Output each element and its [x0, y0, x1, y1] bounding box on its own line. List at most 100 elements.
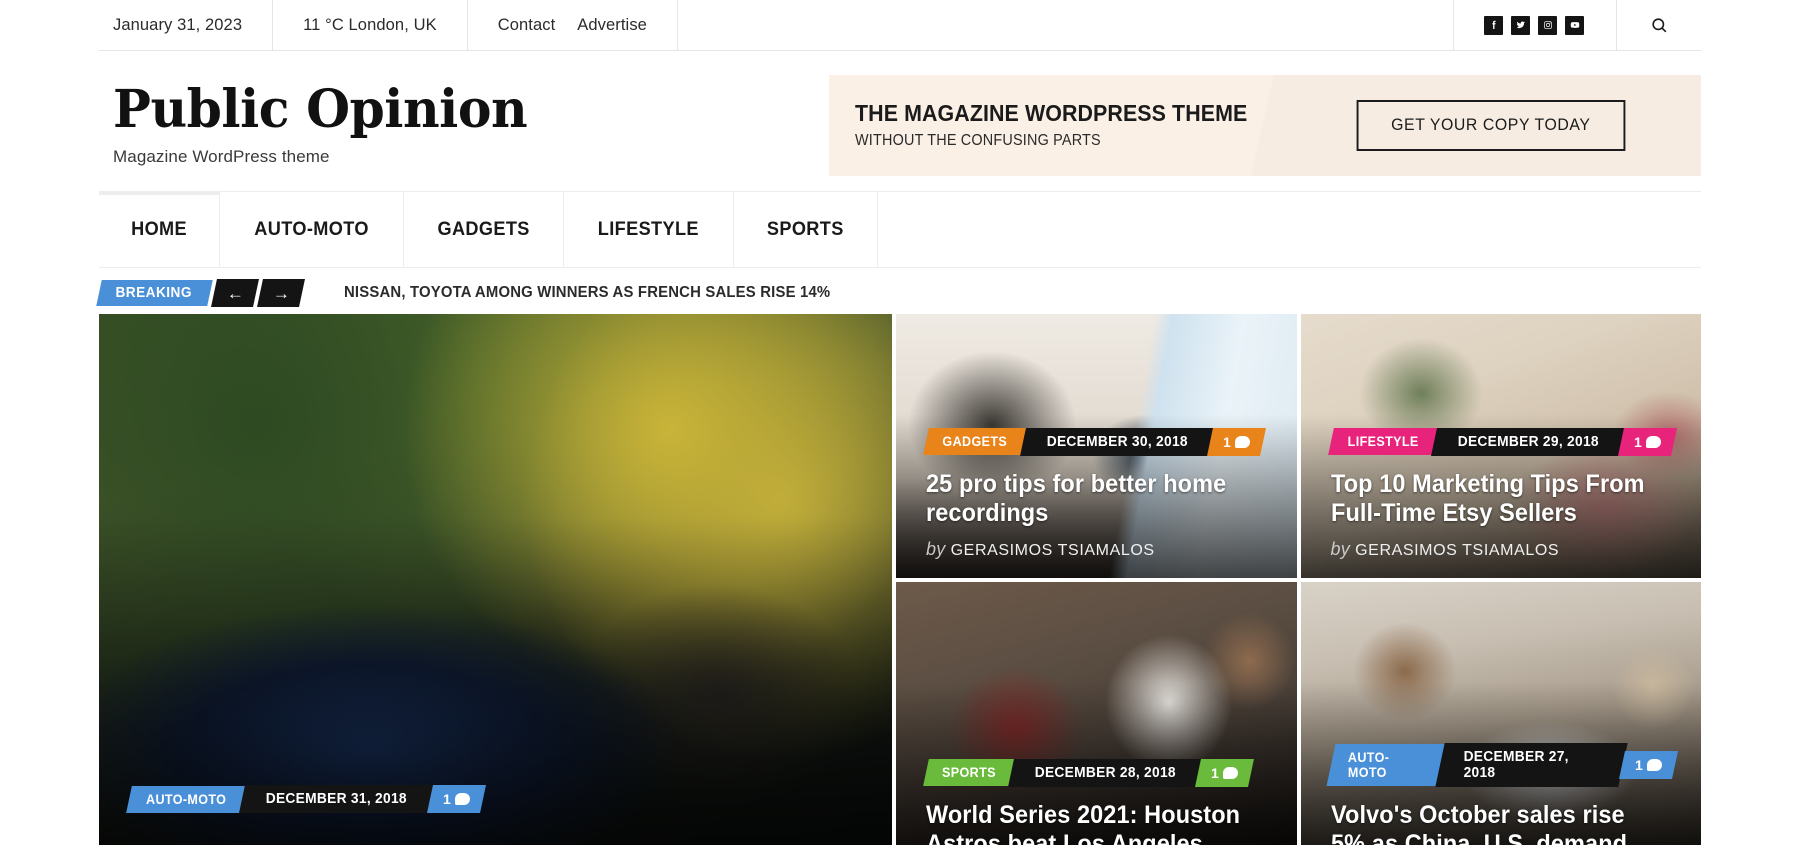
lifestyle-comment-badge[interactable]: 1: [1618, 427, 1678, 456]
automoto2-card[interactable]: AUTO-MOTO DECEMBER 27, 2018 1 Volvo's Oc…: [1300, 581, 1702, 846]
hero-meta: AUTO-MOTO DECEMBER 31, 2018 1: [126, 785, 866, 813]
featured-grid-wrapper: AUTO-MOTO DECEMBER 31, 2018 1 GADGETS DE…: [99, 314, 1701, 845]
comment-bubble-icon: [454, 793, 470, 805]
nav-label-gadgets: GADGETS: [437, 218, 530, 240]
nav-item-lifestyle[interactable]: LIFESTYLE: [564, 192, 735, 267]
facebook-icon[interactable]: [1484, 15, 1503, 35]
comment-bubble-icon: [1223, 766, 1239, 779]
automoto2-headline[interactable]: Volvo's October sales rise 5% as China, …: [1331, 801, 1676, 846]
gadgets-comment-count: 1: [1223, 433, 1231, 450]
lifestyle-category-badge[interactable]: LIFESTYLE: [1327, 428, 1438, 455]
breaking-prev-button[interactable]: ←: [211, 279, 260, 307]
hero-date-badge: DECEMBER 31, 2018: [239, 785, 434, 813]
breaking-wrapper: BREAKING ← → NISSAN, TOYOTA AMONG WINNER…: [96, 268, 1701, 314]
breaking-news-bar: BREAKING ← → NISSAN, TOYOTA AMONG WINNER…: [96, 268, 1701, 314]
side-column: GADGETS DECEMBER 30, 2018 1 25 pro tips …: [896, 314, 1701, 845]
automoto2-card-body: AUTO-MOTO DECEMBER 27, 2018 1 Volvo's Oc…: [1301, 742, 1702, 846]
sports-headline-text: World Series 2021: Houston Astros beat L…: [926, 800, 1241, 846]
automoto2-category-badge[interactable]: AUTO-MOTO: [1326, 743, 1446, 786]
hero-column: AUTO-MOTO DECEMBER 31, 2018 1: [99, 314, 892, 845]
gadgets-author[interactable]: GERASIMOS TSIAMALOS: [951, 542, 1155, 559]
search-icon: [1651, 17, 1666, 32]
instagram-icon[interactable]: [1538, 15, 1557, 35]
lifestyle-author[interactable]: GERASIMOS TSIAMALOS: [1355, 542, 1559, 559]
gadgets-card[interactable]: GADGETS DECEMBER 30, 2018 1 25 pro tips …: [896, 314, 1297, 578]
social-links: [1454, 0, 1617, 50]
byline-prefix: by: [926, 538, 946, 559]
masthead: Public Opinion Magazine WordPress theme …: [99, 51, 1701, 191]
promo-banner[interactable]: THE MAGAZINE WORDPRESS THEME WITHOUT THE…: [829, 74, 1701, 176]
nav-wrapper: HOME AUTO-MOTO GADGETS LIFESTYLE SPORTS: [99, 191, 1701, 268]
automoto2-headline-text: Volvo's October sales rise 5% as China, …: [1330, 800, 1627, 846]
sports-category-badge[interactable]: SPORTS: [923, 759, 1015, 786]
hero-card[interactable]: AUTO-MOTO DECEMBER 31, 2018 1: [99, 314, 892, 845]
nav-label-auto-moto: AUTO-MOTO: [254, 218, 369, 240]
sports-card-body: SPORTS DECEMBER 28, 2018 1 World Series …: [896, 758, 1297, 846]
primary-navigation: HOME AUTO-MOTO GADGETS LIFESTYLE SPORTS: [99, 191, 1701, 268]
sports-card[interactable]: SPORTS DECEMBER 28, 2018 1 World Series …: [896, 581, 1297, 846]
site-branding[interactable]: Public Opinion Magazine WordPress theme: [99, 83, 829, 167]
automoto2-meta: AUTO-MOTO DECEMBER 27, 2018 1: [1326, 742, 1678, 787]
sports-headline[interactable]: World Series 2021: Houston Astros beat L…: [926, 801, 1271, 846]
contact-link[interactable]: Contact: [498, 16, 556, 35]
automoto2-category-label: AUTO-MOTO: [1347, 749, 1389, 780]
automoto2-comment-count: 1: [1635, 756, 1643, 773]
hero-category-label: AUTO-MOTO: [146, 791, 227, 807]
site-tagline: Magazine WordPress theme: [113, 146, 330, 166]
nav-item-auto-moto[interactable]: AUTO-MOTO: [220, 192, 405, 267]
sports-date-label: DECEMBER 28, 2018: [1034, 764, 1176, 781]
youtube-icon[interactable]: [1565, 15, 1584, 35]
automoto2-comment-badge[interactable]: 1: [1619, 750, 1678, 779]
sports-comment-count: 1: [1211, 764, 1220, 781]
nav-label-sports: SPORTS: [767, 218, 844, 240]
page-root: January 31, 2023 11 °C London, UK Contac…: [0, 0, 1800, 846]
nav-label-lifestyle: LIFESTYLE: [598, 218, 700, 240]
lifestyle-date-badge: DECEMBER 29, 2018: [1430, 427, 1626, 456]
promo-text: THE MAGAZINE WORDPRESS THEME WITHOUT THE…: [829, 100, 1277, 150]
lifestyle-meta: LIFESTYLE DECEMBER 29, 2018 1: [1327, 427, 1678, 456]
site-title: Public Opinion: [113, 79, 528, 141]
breaking-badge: BREAKING: [96, 280, 214, 306]
search-button[interactable]: [1617, 0, 1701, 50]
get-copy-button[interactable]: GET YOUR COPY TODAY: [1356, 99, 1626, 151]
byline-prefix: by: [1330, 538, 1351, 559]
nav-item-gadgets[interactable]: GADGETS: [404, 192, 565, 267]
gadgets-category-badge[interactable]: GADGETS: [923, 428, 1027, 455]
lifestyle-headline[interactable]: Top 10 Marketing Tips From Full-Time Ets…: [1331, 470, 1676, 529]
gadgets-meta: GADGETS DECEMBER 30, 2018 1: [923, 427, 1271, 456]
nav-item-sports[interactable]: SPORTS: [734, 192, 878, 267]
gadgets-headline-text: 25 pro tips for better home recordings: [926, 469, 1227, 528]
lifestyle-date-label: DECEMBER 29, 2018: [1457, 433, 1599, 450]
gadgets-headline[interactable]: 25 pro tips for better home recordings: [926, 470, 1271, 529]
topbar-spacer: [678, 0, 1454, 50]
nav-item-home[interactable]: HOME: [99, 191, 221, 267]
lifestyle-comment-count: 1: [1634, 433, 1643, 450]
breaking-next-button[interactable]: →: [257, 279, 306, 307]
sports-category-label: SPORTS: [942, 765, 996, 780]
masthead-wrapper: Public Opinion Magazine WordPress theme …: [99, 51, 1701, 191]
advertise-link[interactable]: Advertise: [577, 16, 647, 35]
twitter-icon[interactable]: [1511, 15, 1530, 35]
hero-card-body: AUTO-MOTO DECEMBER 31, 2018 1: [99, 785, 892, 845]
promo-subheading: WITHOUT THE CONFUSING PARTS: [855, 132, 1101, 149]
lifestyle-byline: by GERASIMOS TSIAMALOS: [1331, 539, 1676, 560]
gadgets-comment-badge[interactable]: 1: [1207, 427, 1266, 456]
featured-grid: AUTO-MOTO DECEMBER 31, 2018 1 GADGETS DE…: [99, 314, 1701, 845]
hero-comment-badge[interactable]: 1: [426, 785, 486, 813]
side-row-bottom: SPORTS DECEMBER 28, 2018 1 World Series …: [896, 581, 1702, 846]
hero-category-badge[interactable]: AUTO-MOTO: [126, 785, 247, 813]
comment-bubble-icon: [1234, 435, 1250, 448]
breaking-headline[interactable]: NISSAN, TOYOTA AMONG WINNERS AS FRENCH S…: [344, 284, 867, 302]
sports-date-badge: DECEMBER 28, 2018: [1007, 758, 1203, 787]
lifestyle-category-label: LIFESTYLE: [1347, 434, 1419, 449]
comment-bubble-icon: [1646, 435, 1662, 448]
comment-bubble-icon: [1647, 758, 1662, 771]
sports-comment-badge[interactable]: 1: [1195, 758, 1255, 787]
automoto2-date-label: DECEMBER 27, 2018: [1464, 748, 1570, 781]
arrow-left-icon: ←: [226, 283, 244, 303]
gadgets-card-body: GADGETS DECEMBER 30, 2018 1 25 pro tips …: [896, 427, 1297, 578]
current-date: January 31, 2023: [99, 0, 274, 50]
gadgets-category-label: GADGETS: [942, 434, 1008, 449]
lifestyle-card[interactable]: LIFESTYLE DECEMBER 29, 2018 1 Top 10 Mar…: [1300, 314, 1702, 578]
lifestyle-card-body: LIFESTYLE DECEMBER 29, 2018 1 Top 10 Mar…: [1301, 427, 1702, 578]
